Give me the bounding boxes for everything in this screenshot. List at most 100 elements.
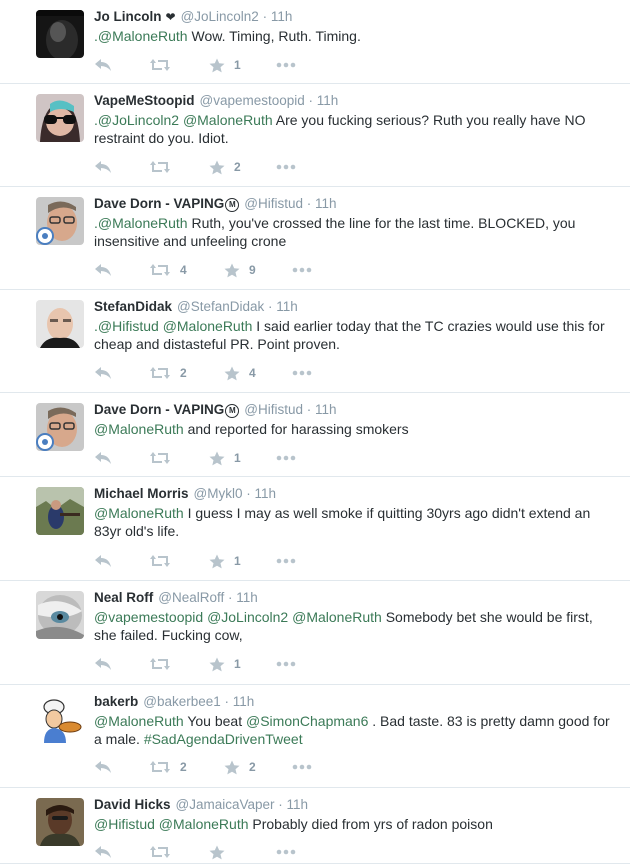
retweet-button[interactable] <box>149 845 180 859</box>
author-name[interactable]: Jo Lincoln <box>94 9 162 24</box>
tweet-timestamp[interactable]: 11h <box>233 694 255 709</box>
author-name[interactable]: Neal Roff <box>94 590 153 605</box>
reply-button[interactable] <box>94 58 112 72</box>
more-button[interactable] <box>276 849 296 855</box>
author-handle[interactable]: @StefanDidak <box>177 299 264 314</box>
avatar[interactable] <box>36 300 84 348</box>
more-button[interactable] <box>292 267 312 273</box>
more-button[interactable] <box>276 455 296 461</box>
tweet-timestamp[interactable]: 11h <box>315 402 337 417</box>
more-button[interactable] <box>292 370 312 376</box>
author-name[interactable]: StefanDidak <box>94 299 172 314</box>
reply-button[interactable] <box>94 554 112 568</box>
retweet-button[interactable] <box>149 58 180 72</box>
tweet-item[interactable]: Michael Morris @Mykl0 · 11h @MaloneRuth I … <box>0 477 630 581</box>
retweet-button[interactable] <box>149 451 180 465</box>
tweet-timestamp[interactable]: 11h <box>271 9 293 24</box>
like-count: 2 <box>234 160 241 174</box>
mention-link[interactable]: @MaloneRuth <box>159 816 249 832</box>
like-button[interactable]: 1 <box>209 451 241 466</box>
avatar[interactable] <box>36 798 84 846</box>
retweet-button[interactable]: 2 <box>149 760 187 774</box>
mention-link[interactable]: @MaloneRuth <box>163 318 253 334</box>
author-handle[interactable]: @bakerbee1 <box>143 694 221 709</box>
mention-link[interactable]: @MaloneRuth <box>292 609 382 625</box>
mention-link[interactable]: .@MaloneRuth <box>94 28 188 44</box>
tweet-item[interactable]: Neal Roff @NealRoff · 11h @vapemestoopid @… <box>0 581 630 685</box>
tweet-item[interactable]: Dave Dorn - VAPING M @Hifistud · 11h @Malon… <box>0 393 630 477</box>
avatar[interactable] <box>36 591 84 639</box>
like-button[interactable]: 4 <box>224 366 256 381</box>
avatar[interactable] <box>36 487 84 535</box>
retweet-count: 4 <box>180 263 187 277</box>
retweet-button[interactable] <box>149 160 180 174</box>
reply-button[interactable] <box>94 160 112 174</box>
author-name[interactable]: David Hicks <box>94 797 171 812</box>
avatar[interactable] <box>36 197 84 245</box>
tweet-timestamp[interactable]: 11h <box>255 486 277 501</box>
tweet-item[interactable]: David Hicks @JamaicaVaper · 11h @Hifistud … <box>0 788 630 864</box>
like-button[interactable] <box>209 845 234 860</box>
mention-link[interactable]: @SimonChapman6 <box>246 713 368 729</box>
mention-link[interactable]: @Hifistud <box>94 816 155 832</box>
reply-button[interactable] <box>94 366 112 380</box>
more-button[interactable] <box>276 661 296 667</box>
author-name[interactable]: Dave Dorn - VAPING <box>94 196 224 211</box>
more-button[interactable] <box>276 164 296 170</box>
retweet-button[interactable]: 4 <box>149 263 187 277</box>
mention-link[interactable]: .@MaloneRuth <box>94 215 188 231</box>
tweet-timestamp[interactable]: 11h <box>287 797 309 812</box>
more-icon <box>276 62 296 68</box>
author-name[interactable]: Dave Dorn - VAPING <box>94 402 224 417</box>
author-handle[interactable]: @Hifistud <box>244 402 303 417</box>
author-handle[interactable]: @vapemestoopid <box>200 93 305 108</box>
mention-link[interactable]: @MaloneRuth <box>183 112 273 128</box>
tweet-item[interactable]: Dave Dorn - VAPING M @Hifistud · 11h .@Malo… <box>0 187 630 290</box>
reply-button[interactable] <box>94 451 112 465</box>
retweet-button[interactable] <box>149 554 180 568</box>
like-button[interactable]: 1 <box>209 554 241 569</box>
author-name[interactable]: VapeMeStoopid <box>94 93 195 108</box>
tweet-item[interactable]: bakerb @bakerbee1 · 11h @MaloneRuth You be… <box>0 685 630 788</box>
tweet-item[interactable]: StefanDidak @StefanDidak · 11h .@Hifistud … <box>0 290 630 393</box>
like-button[interactable]: 2 <box>224 760 256 775</box>
more-button[interactable] <box>292 764 312 770</box>
mention-link[interactable]: @MaloneRuth <box>94 713 184 729</box>
like-button[interactable]: 1 <box>209 58 241 73</box>
author-handle[interactable]: @JoLincoln2 <box>181 9 259 24</box>
author-handle[interactable]: @Hifistud <box>244 196 303 211</box>
like-button[interactable]: 9 <box>224 263 256 278</box>
retweet-button[interactable] <box>149 657 180 671</box>
hashtag-link[interactable]: #SadAgendaDrivenTweet <box>144 731 303 747</box>
tweet-item[interactable]: Jo Lincoln ❤ @JoLincoln2 · 11h .@MaloneRuth… <box>0 0 630 84</box>
avatar[interactable] <box>36 10 84 58</box>
author-name[interactable]: bakerb <box>94 694 138 709</box>
reply-button[interactable] <box>94 263 112 277</box>
mention-link[interactable]: @MaloneRuth <box>94 421 184 437</box>
mention-link[interactable]: .@Hifistud <box>94 318 159 334</box>
mention-link[interactable]: @JoLincoln2 <box>207 609 288 625</box>
mention-link[interactable]: @MaloneRuth <box>94 505 184 521</box>
like-button[interactable]: 2 <box>209 160 241 175</box>
tweet-timestamp[interactable]: 11h <box>315 196 337 211</box>
tweet-item[interactable]: VapeMeStoopid @vapemestoopid · 11h .@JoLin… <box>0 84 630 187</box>
author-handle[interactable]: @NealRoff <box>158 590 224 605</box>
author-handle[interactable]: @Mykl0 <box>194 486 243 501</box>
tweet-timestamp[interactable]: 11h <box>317 93 339 108</box>
retweet-button[interactable]: 2 <box>149 366 187 380</box>
author-handle[interactable]: @JamaicaVaper <box>176 797 275 812</box>
reply-button[interactable] <box>94 845 112 859</box>
reply-button[interactable] <box>94 760 112 774</box>
avatar[interactable] <box>36 94 84 142</box>
like-button[interactable]: 1 <box>209 657 241 672</box>
reply-button[interactable] <box>94 657 112 671</box>
author-name[interactable]: Michael Morris <box>94 486 189 501</box>
mention-link[interactable]: .@JoLincoln2 <box>94 112 179 128</box>
more-button[interactable] <box>276 558 296 564</box>
avatar[interactable] <box>36 695 84 743</box>
mention-link[interactable]: @vapemestoopid <box>94 609 203 625</box>
avatar[interactable] <box>36 403 84 451</box>
more-button[interactable] <box>276 62 296 68</box>
tweet-timestamp[interactable]: 11h <box>276 299 298 314</box>
tweet-timestamp[interactable]: 11h <box>236 590 258 605</box>
